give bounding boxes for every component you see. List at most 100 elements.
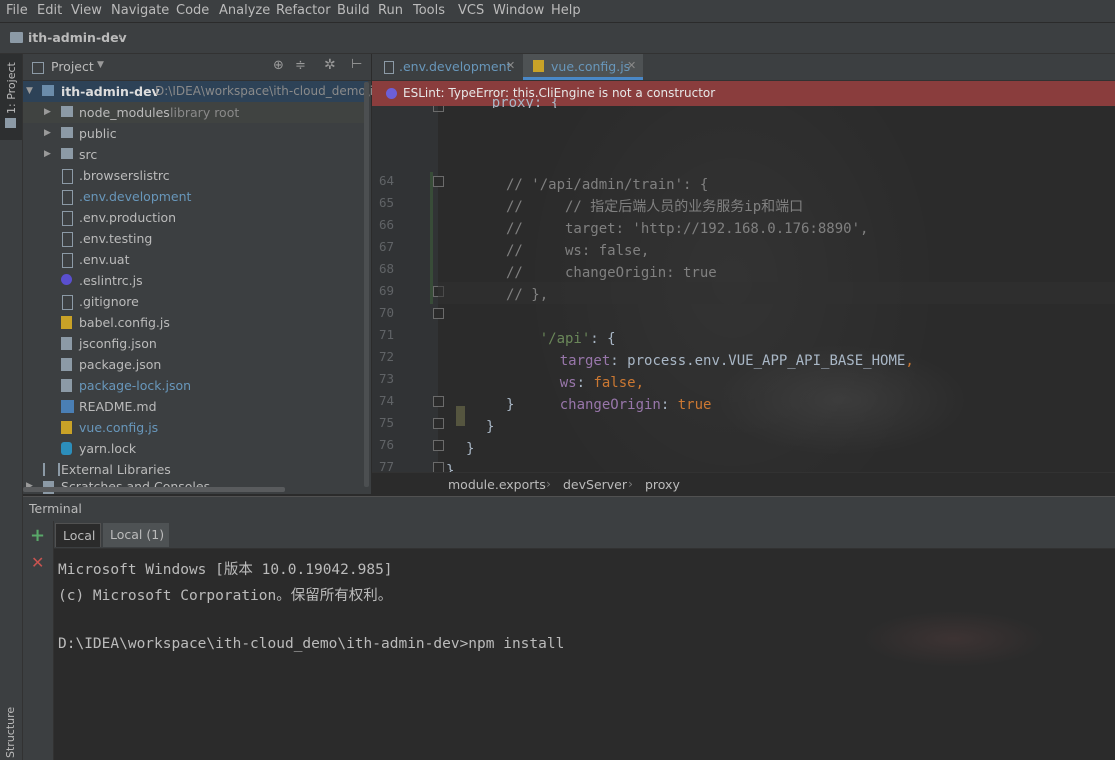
- fold-marker-icon[interactable]: [433, 396, 444, 407]
- fold-marker-icon[interactable]: [433, 418, 444, 429]
- collapse-all-icon[interactable]: ≑: [295, 58, 306, 73]
- folder-icon: [61, 127, 73, 138]
- menu-window[interactable]: Window: [493, 3, 544, 18]
- text-file-icon: [62, 190, 73, 205]
- terminal-line: (c) Microsoft Corporation。保留所有权利。: [58, 588, 393, 604]
- text-file-icon: [62, 253, 73, 268]
- terminal-tab-local-1[interactable]: Local (1): [103, 523, 169, 547]
- menu-view[interactable]: View: [71, 3, 102, 18]
- terminal-tab-label: Local: [63, 528, 96, 543]
- expand-arrow-icon: ▶: [44, 149, 51, 159]
- tree-item-env-production[interactable]: .env.production: [23, 207, 368, 228]
- hide-panel-icon[interactable]: ⊢: [351, 57, 362, 72]
- menu-build[interactable]: Build: [337, 3, 370, 18]
- tree-item-package-lock[interactable]: package-lock.json: [23, 375, 368, 396]
- tree-item-src[interactable]: ▶ src: [23, 144, 368, 165]
- menu-code[interactable]: Code: [176, 3, 209, 18]
- chevron-right-icon: ›: [628, 476, 633, 491]
- project-tool-icon: [5, 118, 16, 128]
- breadcrumb-item[interactable]: devServer: [563, 477, 627, 492]
- close-icon[interactable]: ✕: [627, 59, 636, 72]
- horizontal-scrollbar[interactable]: [23, 487, 285, 492]
- menu-refactor[interactable]: Refactor: [276, 3, 331, 18]
- tree-item-yarn-lock[interactable]: yarn.lock: [23, 438, 368, 459]
- terminal-toolbar: + ✕: [23, 521, 54, 760]
- tree-root-row[interactable]: ▼ ith-admin-dev D:\IDEA\workspace\ith-cl…: [23, 81, 454, 102]
- expand-arrow-icon: ▼: [26, 86, 33, 96]
- tree-item-gitignore[interactable]: .gitignore: [23, 291, 368, 312]
- tree-item-public[interactable]: ▶ public: [23, 123, 368, 144]
- json-file-icon: [61, 358, 72, 371]
- project-view-selector[interactable]: Project: [51, 59, 94, 74]
- tree-item-label: .env.testing: [79, 231, 153, 246]
- tree-item-label: yarn.lock: [79, 441, 137, 456]
- fold-marker-icon[interactable]: [433, 308, 444, 319]
- vertical-scrollbar[interactable]: [364, 82, 369, 487]
- close-icon[interactable]: ✕: [506, 59, 515, 72]
- code-line-76: }: [466, 441, 475, 457]
- line-number: 76: [378, 437, 394, 452]
- menu-vcs[interactable]: VCS: [458, 3, 484, 18]
- code-line-65: // // 指定后端人员的业务服务ip和端口: [506, 199, 804, 215]
- menu-run[interactable]: Run: [378, 3, 403, 18]
- terminal-output[interactable]: Microsoft Windows [版本 10.0.19042.985] (c…: [54, 549, 1115, 760]
- tab-env-development[interactable]: .env.development ✕: [372, 54, 522, 80]
- text-file-icon: [384, 61, 394, 74]
- menu-help[interactable]: Help: [551, 3, 581, 18]
- project-tool-tab-label: 1: Project: [5, 62, 18, 114]
- tree-item-env-development[interactable]: .env.development: [23, 186, 368, 207]
- gear-icon[interactable]: ✲: [324, 57, 336, 73]
- library-root-hint: library root: [170, 105, 240, 120]
- tree-item-readme[interactable]: README.md: [23, 396, 368, 417]
- tree-item-label: src: [79, 147, 98, 162]
- keyword: true: [677, 397, 712, 413]
- line-number-gutter: 64 65 66 67 68 69 70 71 72 73 74 75 76 7…: [372, 106, 444, 496]
- fold-marker-icon[interactable]: [433, 440, 444, 451]
- tree-item-external-libraries[interactable]: External Libraries: [23, 459, 368, 480]
- tree-item-label: .env.development: [79, 189, 192, 204]
- project-view-icon: [32, 62, 44, 74]
- eslint-icon: [61, 274, 72, 285]
- menu-file[interactable]: File: [6, 3, 28, 18]
- tree-item-label: .gitignore: [79, 294, 139, 309]
- tree-item-label: External Libraries: [61, 462, 171, 477]
- fold-marker-icon[interactable]: [433, 106, 444, 112]
- tree-item-eslintrc[interactable]: .eslintrc.js: [23, 270, 368, 291]
- project-panel-header: Project ▼ ⊕ ≑ ✲ ⊢: [23, 54, 371, 81]
- javascript-file-icon: [61, 316, 72, 329]
- tree-item-browserslistrc[interactable]: .browserslistrc: [23, 165, 368, 186]
- close-terminal-icon[interactable]: ✕: [31, 553, 44, 572]
- locate-icon[interactable]: ⊕: [273, 58, 284, 73]
- breadcrumb-item[interactable]: module.exports: [448, 477, 546, 492]
- tree-item-label: babel.config.js: [79, 315, 170, 330]
- add-terminal-icon[interactable]: +: [30, 525, 45, 546]
- tab-vue-config[interactable]: vue.config.js ✕: [523, 54, 643, 80]
- tree-item-node-modules[interactable]: ▶ node_modules library root: [23, 102, 368, 123]
- code-line-64: // '/api/admin/train': {: [506, 177, 709, 193]
- tree-item-jsconfig[interactable]: jsconfig.json: [23, 333, 368, 354]
- code-line-68: // changeOrigin: true: [506, 265, 717, 281]
- navbar-project-name[interactable]: ith-admin-dev: [28, 30, 127, 45]
- library-icon: [43, 463, 60, 476]
- tree-item-env-testing[interactable]: .env.testing: [23, 228, 368, 249]
- tab-label: vue.config.js: [551, 59, 631, 74]
- menu-analyze[interactable]: Analyze: [219, 3, 270, 18]
- terminal-tab-local[interactable]: Local: [55, 523, 101, 547]
- tree-item-label: public: [79, 126, 117, 141]
- markdown-file-icon: [61, 400, 74, 413]
- line-number: 74: [378, 393, 394, 408]
- fold-marker-icon[interactable]: [433, 176, 444, 187]
- code-editor: .env.development ✕ vue.config.js ✕ ESLin…: [372, 54, 1115, 497]
- line-number: 68: [378, 261, 394, 276]
- structure-tool-tab[interactable]: Structure: [4, 707, 17, 758]
- tree-item-package-json[interactable]: package.json: [23, 354, 368, 375]
- tree-item-env-uat[interactable]: .env.uat: [23, 249, 368, 270]
- menu-edit[interactable]: Edit: [37, 3, 62, 18]
- breadcrumb-item[interactable]: proxy: [645, 477, 680, 492]
- menu-navigate[interactable]: Navigate: [111, 3, 169, 18]
- tree-item-vue-config[interactable]: vue.config.js: [23, 417, 368, 438]
- chevron-right-icon: ›: [546, 476, 551, 491]
- menu-tools[interactable]: Tools: [413, 3, 445, 18]
- json-file-icon: [61, 337, 72, 350]
- tree-item-babel-config[interactable]: babel.config.js: [23, 312, 368, 333]
